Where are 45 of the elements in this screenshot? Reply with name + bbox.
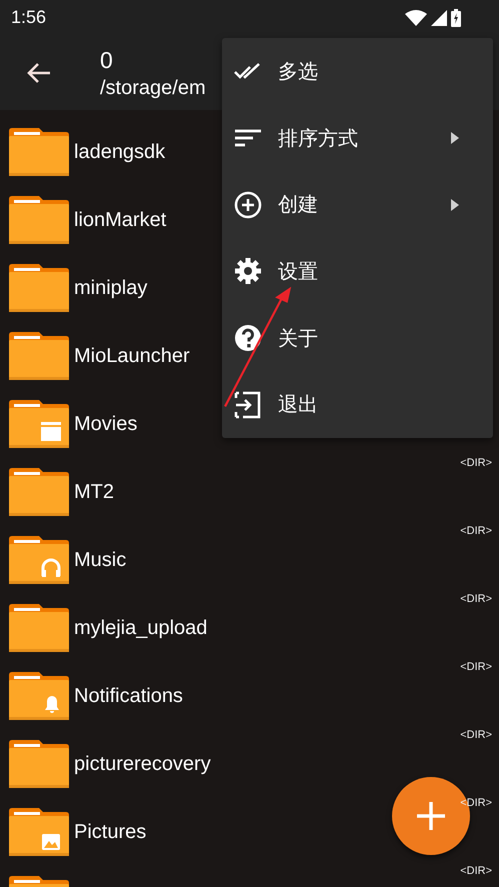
folder-name[interactable]: lionMarket [74,208,166,232]
dir-label: <DIR> [460,661,492,673]
add-circle-icon [233,190,263,220]
folder-name[interactable]: ladengsdk [74,140,166,164]
movie-folder-icon [9,400,69,448]
folder-name[interactable]: MT2 [74,480,114,504]
folder-name[interactable]: Pictures [74,820,146,844]
dir-label: <DIR> [460,729,492,741]
back-arrow-icon [26,62,52,84]
folder-icon [9,468,69,516]
settings-icon [233,256,263,286]
folder-name[interactable]: mylejia_upload [74,616,208,640]
wifi-icon [405,10,427,26]
folder-name[interactable]: MioLauncher [74,344,190,368]
menu-item[interactable]: 创建 [222,171,493,238]
folder-icon [9,332,69,380]
folder-icon [9,604,69,652]
menu-item[interactable]: 关于 [222,304,493,372]
folder-name[interactable]: miniplay [74,276,148,300]
signal-icon [431,10,447,26]
folder-icon [9,740,69,788]
menu-item[interactable]: 退出 [222,371,493,438]
folder-name[interactable]: Movies [74,412,138,436]
menu-item[interactable]: 排序方式 [222,104,493,172]
image-folder-icon [9,808,69,856]
folder-path: /storage/em [100,76,206,100]
exit-icon [233,390,263,420]
folder-icon [9,196,69,244]
folder-icon [9,128,69,176]
dir-label: <DIR> [460,865,492,877]
help-icon [233,323,263,354]
folder-title: 0 [100,46,114,74]
folder-name[interactable]: Notifications [74,684,183,708]
folder-icon [9,264,69,312]
folder-name[interactable]: picturerecovery [74,752,211,776]
notification-folder-icon [9,672,69,720]
menu-item[interactable]: 多选 [222,38,493,105]
dir-label: <DIR> [460,457,492,469]
dir-label: <DIR> [460,593,492,605]
folder-name[interactable]: Music [74,548,126,572]
battery-icon [451,8,461,26]
music-folder-icon [9,536,69,584]
dir-label: <DIR> [460,525,492,537]
plus-icon [416,801,446,831]
status-time: 1:56 [11,7,46,28]
